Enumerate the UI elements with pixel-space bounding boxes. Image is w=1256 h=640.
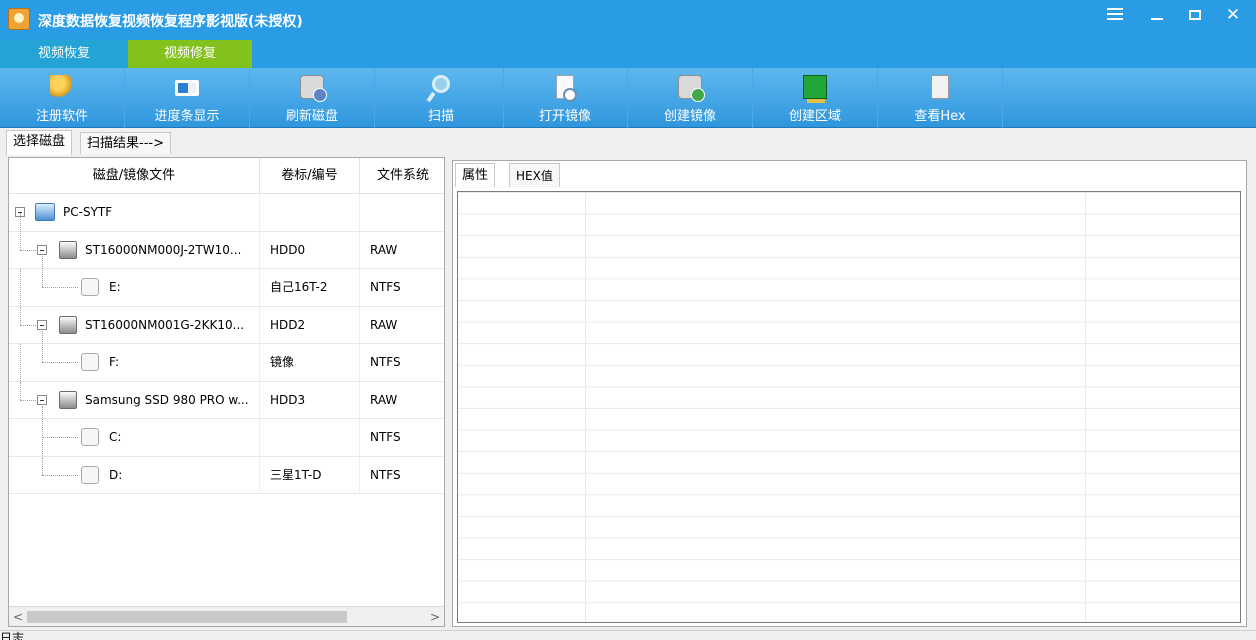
file-system-cell: RAW [359, 306, 444, 344]
volume-label-cell: HDD0 [259, 231, 359, 269]
scroll-right-icon[interactable]: > [430, 610, 440, 624]
refresh-disk-label: 刷新磁盘 [285, 109, 338, 124]
header-file-system[interactable]: 文件系统 [359, 158, 444, 194]
tree-node-name: PC-SYTF [63, 205, 113, 219]
tree-row-disk-hdd0[interactable]: ST16000NM000J-2TW10... HDD0 RAW [9, 212, 444, 269]
tree-node-name: D: [109, 467, 123, 482]
mode-tabs: 视频恢复 视频修复 [0, 40, 1256, 68]
tab-video-repair[interactable]: 视频修复 [128, 40, 252, 68]
tab-scan-results[interactable]: 扫描结果---> [80, 132, 171, 154]
tab-properties[interactable]: 属性 [455, 163, 496, 187]
tab-video-recovery[interactable]: 视频恢复 [0, 40, 128, 68]
main-tabs: 选择磁盘 扫描结果---> [0, 129, 1256, 155]
progress-display-button[interactable]: 进度条显示 [125, 68, 250, 128]
horizontal-scrollbar[interactable]: < > [9, 606, 444, 626]
scrollbar-thumb[interactable] [27, 611, 347, 623]
tab-select-disk[interactable]: 选择磁盘 [6, 130, 73, 155]
log-panel: 日志 [0, 630, 1256, 640]
file-system-cell: NTFS [359, 344, 444, 381]
open-image-button[interactable]: 打开镜像 [503, 68, 628, 128]
volume-icon [81, 465, 99, 484]
file-system-cell: NTFS [359, 269, 444, 306]
disk-table-header: 磁盘/镜像文件 卷标/编号 文件系统 [9, 158, 444, 194]
volume-icon [81, 428, 99, 446]
volume-icon [81, 278, 99, 296]
create-region-label: 创建区域 [788, 109, 841, 124]
tree-node-name: ST16000NM000J-2TW10... [85, 242, 242, 257]
register-button[interactable]: 注册软件 [0, 68, 125, 128]
create-image-button[interactable]: 创建镜像 [628, 68, 753, 128]
scan-icon [432, 75, 450, 93]
disk-tree-panel: 磁盘/镜像文件 卷标/编号 文件系统 PC-SYTF ST16000NM000J… [8, 157, 445, 627]
disk-table-body: PC-SYTF ST16000NM000J-2TW10... HDD0 RAW [9, 194, 444, 494]
computer-icon [35, 203, 55, 221]
title-bar: 深度数据恢复视频恢复程序影视版(未授权) ✕ [0, 0, 1256, 40]
refresh-disk-button[interactable]: 刷新磁盘 [250, 68, 375, 128]
tree-row-volume-f[interactable]: F: 镜像 NTFS [9, 331, 444, 382]
tree-node-name: E: [109, 280, 121, 294]
disk-refresh-icon [300, 75, 327, 102]
tree-node-name: F: [109, 355, 120, 369]
collapse-icon[interactable] [37, 244, 47, 255]
create-region-button[interactable]: 创建区域 [753, 68, 878, 128]
tree-row-volume-d[interactable]: D: 三星1T-D NTFS [9, 456, 444, 494]
view-hex-label: 查看Hex [914, 109, 966, 124]
volume-label-cell: 三星1T-D [259, 456, 359, 494]
properties-grid [457, 191, 1241, 623]
file-system-cell: RAW [359, 231, 444, 269]
app-logo-icon [8, 8, 30, 30]
scroll-left-icon[interactable]: < [13, 610, 23, 624]
tree-row-disk-hdd2[interactable]: ST16000NM001G-2KK10... HDD2 RAW [9, 306, 444, 344]
create-image-icon [678, 75, 705, 102]
hard-disk-icon [59, 390, 77, 409]
properties-panel: 属性 HEX值 [452, 160, 1247, 627]
volume-label-cell [259, 194, 359, 231]
file-system-cell: RAW [359, 381, 444, 419]
tree-row-volume-e[interactable]: E: 自己16T-2 NTFS [9, 256, 444, 307]
hard-disk-icon [59, 240, 77, 259]
collapse-icon[interactable] [37, 394, 47, 405]
volume-label-cell: HDD2 [259, 306, 359, 344]
create-image-label: 创建镜像 [663, 109, 716, 124]
header-volume-label[interactable]: 卷标/编号 [259, 158, 359, 194]
tree-node-name: ST16000NM001G-2KK10... [85, 317, 245, 332]
header-disk-image[interactable]: 磁盘/镜像文件 [9, 158, 259, 194]
volume-label-cell: 自己16T-2 [259, 269, 359, 306]
toolbar: 注册软件 进度条显示 刷新磁盘 扫描 打开镜像 创建镜像 创建区域 查看Hex [0, 68, 1256, 128]
hex-icon [931, 75, 949, 99]
tree-row-pc[interactable]: PC-SYTF [9, 194, 444, 232]
minimize-icon[interactable] [1138, 0, 1176, 30]
volume-label-cell: HDD3 [259, 381, 359, 419]
maximize-icon[interactable] [1176, 0, 1214, 30]
register-label: 注册软件 [35, 109, 88, 124]
volume-label-cell [259, 419, 359, 456]
hard-disk-icon [59, 315, 77, 334]
tab-hex-value[interactable]: HEX值 [509, 163, 560, 187]
tree-row-volume-c[interactable]: C: NTFS [9, 406, 444, 457]
open-image-icon [556, 75, 577, 102]
region-icon [803, 75, 827, 103]
tree-node-name: C: [109, 430, 122, 444]
key-icon [50, 75, 74, 99]
progress-icon [175, 80, 199, 96]
tree-node-name: Samsung SSD 980 PRO w... [85, 392, 249, 407]
scan-button[interactable]: 扫描 [379, 68, 504, 128]
menu-icon[interactable] [1096, 0, 1134, 30]
view-hex-button[interactable]: 查看Hex [878, 68, 1003, 128]
open-image-label: 打开镜像 [538, 109, 591, 124]
window-title: 深度数据恢复视频恢复程序影视版(未授权) [38, 14, 303, 30]
volume-label-cell: 镜像 [259, 344, 359, 381]
file-system-cell: NTFS [359, 419, 444, 456]
volume-icon [81, 353, 99, 371]
log-label: 日志 [0, 631, 25, 640]
file-system-cell [359, 194, 444, 231]
progress-label: 进度条显示 [154, 109, 220, 124]
tree-row-disk-hdd3[interactable]: Samsung SSD 980 PRO w... HDD3 RAW [9, 381, 444, 419]
collapse-icon[interactable] [37, 319, 47, 330]
file-system-cell: NTFS [359, 456, 444, 494]
scan-label: 扫描 [427, 109, 454, 124]
close-icon[interactable]: ✕ [1214, 0, 1252, 30]
